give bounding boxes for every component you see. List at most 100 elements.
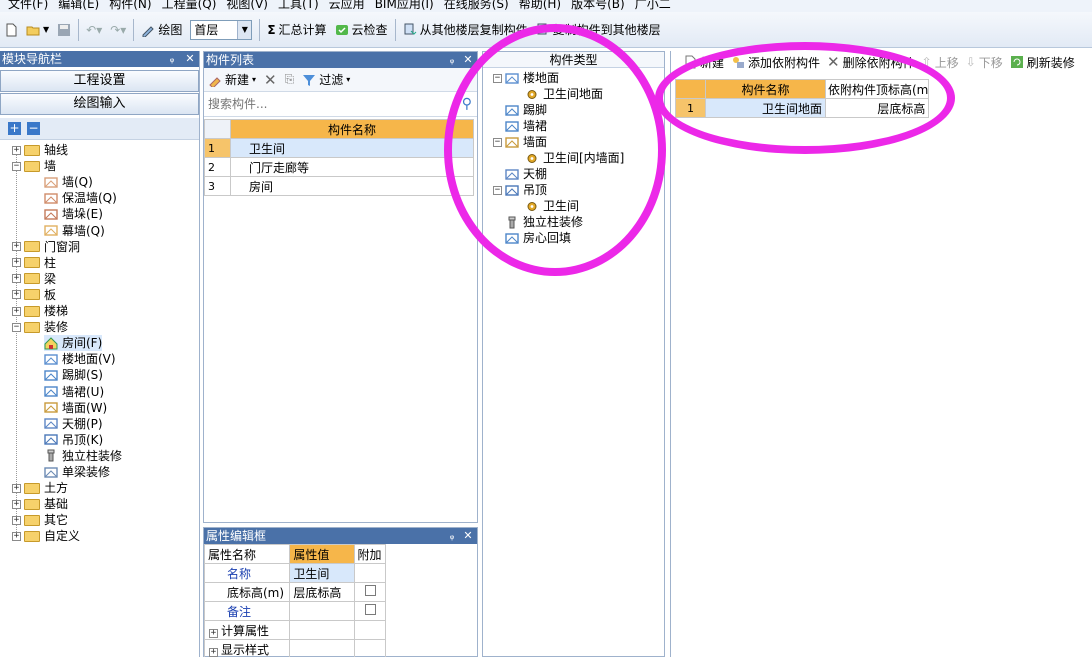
nav-tree-item[interactable]: 保温墙(Q) (44, 190, 117, 206)
nav-tree-item[interactable]: 吊顶(K) (44, 432, 103, 448)
nav-tree-item[interactable]: 墙(Q) (44, 174, 93, 190)
property-value-cell[interactable]: 层底标高 (289, 582, 356, 602)
draw-button[interactable]: 绘图 (137, 18, 186, 42)
sum-calc-button[interactable]: Σ 汇总计算 (263, 18, 330, 42)
property-row[interactable]: + 计算属性 (203, 620, 386, 640)
property-value-cell[interactable] (289, 601, 356, 621)
menu-item[interactable]: BIM应用(I) (375, 0, 434, 12)
expand-icon[interactable]: + (12, 531, 21, 541)
chevron-down-icon[interactable]: ▼ (237, 20, 252, 39)
nav-folder-item[interactable]: + 基础 (12, 496, 68, 512)
component-name-cell[interactable]: 卫生间 (230, 138, 474, 158)
table-row[interactable]: 1 卫生间 (204, 138, 474, 158)
nav-tree-item[interactable]: 踢脚(S) (44, 367, 103, 383)
folder-icon (24, 482, 40, 494)
close-icon[interactable]: ✕ (461, 528, 475, 544)
menu-item[interactable]: 帮助(H) (519, 0, 561, 12)
pin-icon[interactable]: ᵩ (165, 51, 179, 67)
menu-item[interactable]: 版本号(B) (571, 0, 625, 12)
menu-item[interactable]: 视图(V) (226, 0, 268, 12)
project-settings-button[interactable]: 工程设置 (0, 70, 199, 92)
drawing-input-button[interactable]: 绘图输入 (0, 93, 199, 115)
expand-icon[interactable]: + (209, 647, 218, 657)
checkbox[interactable] (364, 585, 376, 596)
copy-icon[interactable]: ⎘ (285, 72, 295, 87)
close-icon[interactable]: ✕ (183, 51, 197, 67)
collapse-icon[interactable]: − (12, 161, 21, 171)
nav-tree-item[interactable]: 楼地面(V) (44, 351, 116, 367)
beam-decoration-icon (44, 466, 58, 479)
nav-folder-item[interactable]: + 自定义 (12, 528, 80, 544)
component-name-cell[interactable]: 房间 (230, 176, 474, 196)
cloud-check-button[interactable]: 云检查 (331, 18, 392, 42)
nav-folder-item[interactable]: − 装修 (12, 319, 68, 335)
nav-tree-item[interactable]: 墙面(W) (44, 400, 107, 416)
new-component-button[interactable]: 新建 ▾ (208, 68, 256, 92)
menu-item[interactable]: 广小二 (635, 0, 671, 12)
nav-folder-item[interactable]: + 楼梯 (12, 303, 68, 319)
collapse-icon[interactable]: − (12, 322, 21, 332)
nav-folder-item[interactable]: + 门窗洞 (12, 239, 80, 255)
menu-item[interactable]: 文件(F) (8, 0, 48, 12)
menu-item[interactable]: 在线服务(S) (444, 0, 509, 12)
expand-icon[interactable]: + (12, 145, 21, 155)
property-row[interactable]: 备注 (203, 601, 386, 621)
nav-folder-item[interactable]: + 板 (12, 287, 56, 303)
expand-icon[interactable]: + (12, 242, 21, 252)
refresh-decoration-button[interactable]: 刷新装修 (1010, 51, 1075, 73)
filter-button[interactable]: 过滤 ▾ (302, 68, 350, 92)
nav-folder-item[interactable]: + 梁 (12, 271, 56, 287)
delete-icon[interactable]: ✕ (264, 71, 277, 89)
undo-button[interactable]: ↶▾ (82, 18, 106, 42)
chevron-down-icon: ▾ (346, 75, 351, 84)
nav-folder-item[interactable]: − 墙 (12, 158, 56, 174)
expand-icon[interactable]: + (12, 290, 21, 300)
pin-icon[interactable]: ᵩ (445, 52, 459, 68)
expand-icon[interactable]: + (12, 483, 21, 493)
expand-icon[interactable]: + (12, 274, 21, 284)
nav-folder-item[interactable]: + 轴线 (12, 142, 68, 158)
new-file-button[interactable] (0, 18, 22, 42)
menu-item[interactable]: 构件(N) (109, 0, 151, 12)
menu-item[interactable]: 云应用 (329, 0, 365, 12)
nav-tree-item[interactable]: 天棚(P) (44, 416, 103, 432)
nav-tree-item[interactable]: 独立柱装修 (44, 448, 122, 464)
module-navigation-panel: 模块导航栏 ᵩ ✕ 工程设置 绘图输入 + − + 轴线 − 墙墙(Q) 保温墙(Q) 墙… (0, 51, 200, 657)
component-name-header[interactable]: 构件名称 (230, 119, 474, 139)
component-name-cell[interactable]: 门厅走廊等 (230, 157, 474, 177)
expand-icon[interactable]: + (12, 515, 21, 525)
expand-icon[interactable]: + (12, 499, 21, 509)
property-value-cell[interactable] (289, 639, 356, 657)
nav-tree-item[interactable]: 墙垛(E) (44, 206, 103, 222)
property-row[interactable]: 底标高(m) 层底标高 (203, 582, 386, 602)
collapse-all-button[interactable]: − (27, 122, 40, 135)
property-value-cell[interactable] (289, 620, 356, 640)
nav-folder-item[interactable]: + 柱 (12, 255, 56, 271)
nav-folder-item[interactable]: + 土方 (12, 480, 68, 496)
floor-select[interactable]: 首层 ▼ (190, 19, 253, 40)
menu-item[interactable]: 工具(T) (278, 0, 319, 12)
nav-tree-item[interactable]: 幕墙(Q) (44, 223, 105, 239)
expand-icon[interactable]: + (209, 628, 218, 638)
open-file-button[interactable]: ▼ (22, 18, 53, 42)
expand-all-button[interactable]: + (8, 122, 21, 135)
pin-icon[interactable]: ᵩ (445, 528, 459, 544)
component-search-input[interactable] (204, 93, 452, 115)
property-value-cell[interactable]: 卫生间 (289, 563, 356, 583)
menu-item[interactable]: 工程量(Q) (162, 0, 217, 12)
move-down-button[interactable]: ⇩ 下移 (966, 51, 1003, 73)
expand-icon[interactable]: + (12, 258, 21, 268)
checkbox[interactable] (364, 604, 376, 615)
nav-tree-item[interactable]: 墙裙(U) (44, 384, 104, 400)
nav-tree-item[interactable]: 单梁装修 (44, 464, 110, 480)
save-button[interactable] (53, 18, 75, 42)
redo-button[interactable]: ↷▾ (106, 18, 130, 42)
expand-icon[interactable]: + (12, 306, 21, 316)
property-row[interactable]: 名称 卫生间 (203, 563, 386, 583)
nav-tree-item[interactable]: 房间(F) (44, 335, 103, 352)
property-row[interactable]: + 显示样式 (203, 639, 386, 657)
menu-item[interactable]: 编辑(E) (58, 0, 99, 12)
table-row[interactable]: 2 门厅走廊等 (204, 157, 474, 177)
table-row[interactable]: 3 房间 (204, 176, 474, 196)
nav-folder-item[interactable]: + 其它 (12, 512, 68, 528)
